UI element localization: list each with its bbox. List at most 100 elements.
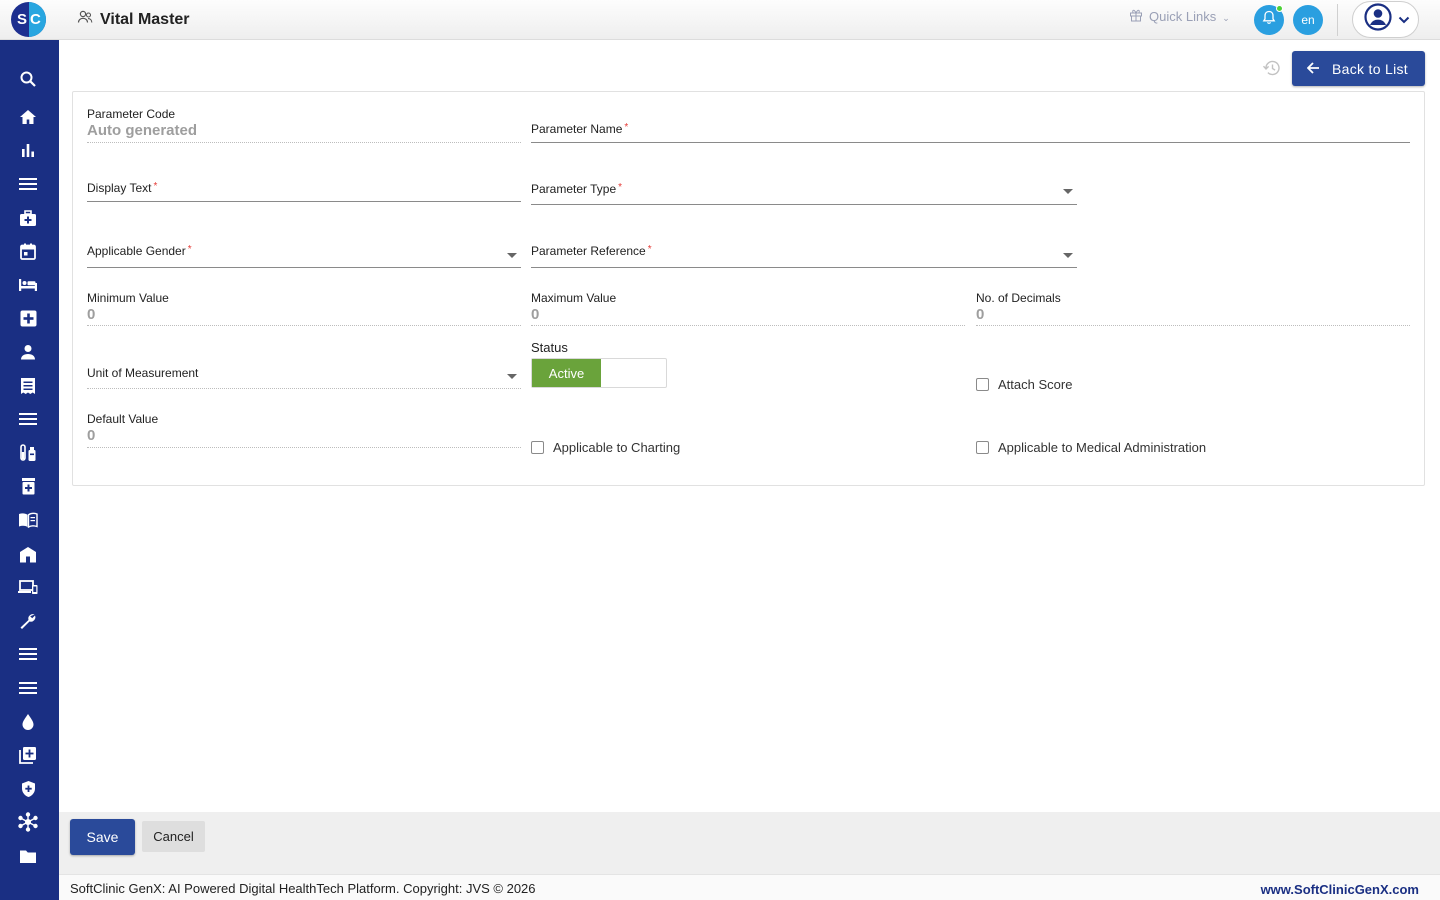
- receipt-icon[interactable]: [18, 376, 38, 396]
- required-marker: *: [187, 244, 192, 255]
- group-icon: [77, 10, 93, 29]
- menu-icon[interactable]: [18, 678, 38, 698]
- gift-icon: [1129, 8, 1143, 25]
- back-to-list-button[interactable]: Back to List: [1292, 51, 1425, 86]
- shield-icon[interactable]: [18, 779, 38, 799]
- search-icon[interactable]: [18, 69, 38, 89]
- notifications-button[interactable]: [1254, 5, 1284, 35]
- page-title: Vital Master: [100, 10, 190, 28]
- applicable-to-medical-administration-checkbox[interactable]: Applicable to Medical Administration: [976, 440, 1206, 455]
- parameter-type-label: Parameter Type: [531, 182, 617, 196]
- required-marker: *: [624, 122, 629, 133]
- status-toggle[interactable]: Active: [531, 358, 667, 388]
- parameter-code-value: Auto generated: [87, 122, 198, 139]
- parameter-code-field: Parameter Code Auto generated: [87, 107, 521, 143]
- devices-icon[interactable]: [18, 577, 38, 597]
- applicable-to-charting-checkbox[interactable]: Applicable to Charting: [531, 440, 680, 455]
- menu-icon[interactable]: [18, 409, 38, 429]
- bell-icon: [1262, 10, 1276, 30]
- default-value-label: Default Value: [87, 412, 159, 426]
- parameter-reference-label: Parameter Reference: [531, 244, 646, 258]
- back-to-list-label: Back to List: [1332, 60, 1408, 77]
- minimum-value-value: 0: [87, 306, 96, 323]
- bar-chart-icon[interactable]: [18, 140, 38, 160]
- menu-icon[interactable]: [18, 644, 38, 664]
- logo-letter-c: C: [30, 11, 41, 28]
- display-text-field[interactable]: Display Text *: [87, 181, 521, 202]
- minimum-value-field[interactable]: Minimum Value 0: [87, 291, 521, 326]
- bed-icon[interactable]: [18, 275, 38, 295]
- no-of-decimals-field[interactable]: No. of Decimals 0: [976, 291, 1410, 326]
- pharmacy-icon[interactable]: [18, 476, 38, 496]
- calendar-icon[interactable]: [18, 241, 38, 261]
- caret-down-icon: [1063, 253, 1073, 258]
- required-marker: *: [647, 244, 652, 255]
- parameter-code-label: Parameter Code: [87, 107, 176, 121]
- checkbox-box[interactable]: [976, 378, 989, 391]
- blood-drop-icon[interactable]: [18, 712, 38, 732]
- parameter-name-label: Parameter Name: [531, 122, 623, 136]
- quick-links-menu[interactable]: Quick Links ⌄: [1129, 8, 1230, 25]
- form-action-bar: [59, 812, 1440, 874]
- parameter-name-field[interactable]: Parameter Name *: [531, 122, 1410, 143]
- arrow-left-icon: [1306, 61, 1320, 77]
- add-library-icon[interactable]: [18, 745, 38, 765]
- default-value-value: 0: [87, 427, 96, 444]
- book-icon[interactable]: [18, 510, 38, 530]
- applicable-to-medical-administration-label: Applicable to Medical Administration: [998, 440, 1207, 455]
- medical-bag-icon[interactable]: [18, 208, 38, 228]
- display-text-label: Display Text: [87, 181, 152, 195]
- unit-of-measurement-select[interactable]: Unit of Measurement: [87, 366, 521, 389]
- person-icon[interactable]: [18, 342, 38, 362]
- required-marker: *: [153, 181, 158, 192]
- maximum-value-label: Maximum Value: [531, 291, 617, 305]
- menu-icon[interactable]: [18, 174, 38, 194]
- applicable-gender-label: Applicable Gender: [87, 244, 186, 258]
- website-link[interactable]: www.SoftClinicGenX.com: [1261, 882, 1419, 897]
- app-logo[interactable]: S C: [11, 2, 46, 37]
- profile-menu[interactable]: [1352, 1, 1419, 38]
- language-button[interactable]: en: [1293, 5, 1323, 35]
- caret-down-icon: [507, 253, 517, 258]
- page-title-group: Vital Master: [77, 10, 190, 29]
- wrench-icon[interactable]: [18, 611, 38, 631]
- status-active-option[interactable]: Active: [532, 359, 601, 387]
- required-marker: *: [618, 182, 623, 193]
- maximum-value-field[interactable]: Maximum Value 0: [531, 291, 965, 326]
- header-divider: [1337, 4, 1338, 36]
- hospital-icon[interactable]: [18, 544, 38, 564]
- maximum-value-value: 0: [531, 306, 540, 323]
- quick-links-label: Quick Links: [1149, 9, 1217, 24]
- caret-down-icon: [1063, 189, 1073, 194]
- folder-icon[interactable]: [18, 846, 38, 866]
- copyright-text: SoftClinic GenX: AI Powered Digital Heal…: [70, 881, 536, 896]
- attach-score-checkbox[interactable]: Attach Score: [976, 377, 1072, 392]
- hub-icon[interactable]: [18, 812, 38, 832]
- sidebar-nav: [0, 40, 59, 900]
- page-footer: SoftClinic GenX: AI Powered Digital Heal…: [59, 874, 1440, 900]
- home-icon[interactable]: [18, 107, 38, 127]
- checkbox-box[interactable]: [531, 441, 544, 454]
- applicable-to-charting-label: Applicable to Charting: [553, 440, 681, 455]
- history-icon[interactable]: [1262, 59, 1281, 82]
- medical-cross-icon[interactable]: [18, 308, 38, 328]
- parameter-type-select[interactable]: Parameter Type *: [531, 182, 1077, 205]
- unit-of-measurement-label: Unit of Measurement: [87, 366, 199, 380]
- top-header: S C Vital Master Quick Links ⌄ en: [0, 0, 1440, 40]
- parameter-reference-select[interactable]: Parameter Reference *: [531, 244, 1077, 268]
- save-button[interactable]: Save: [70, 819, 135, 855]
- no-of-decimals-label: No. of Decimals: [976, 291, 1061, 305]
- lab-icon[interactable]: [18, 443, 38, 463]
- checkbox-box[interactable]: [976, 441, 989, 454]
- minimum-value-label: Minimum Value: [87, 291, 169, 305]
- user-avatar-icon: [1364, 3, 1392, 36]
- notification-status-dot: [1276, 5, 1283, 12]
- applicable-gender-select[interactable]: Applicable Gender *: [87, 244, 521, 268]
- no-of-decimals-value: 0: [976, 306, 985, 323]
- logo-letter-s: S: [17, 11, 28, 28]
- default-value-field[interactable]: Default Value 0: [87, 412, 521, 448]
- attach-score-label: Attach Score: [998, 377, 1073, 392]
- cancel-button[interactable]: Cancel: [142, 821, 205, 852]
- chevron-down-icon: [1398, 11, 1410, 29]
- status-label: Status: [531, 340, 568, 355]
